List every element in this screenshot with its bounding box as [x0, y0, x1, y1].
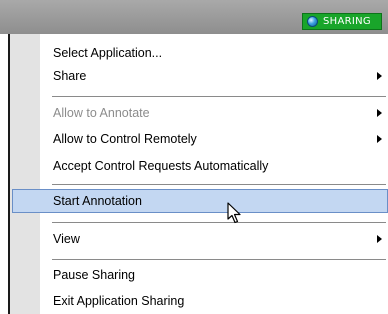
menu-item-exit-application-sharing[interactable]: Exit Application Sharing: [40, 290, 388, 312]
title-bar: SHARING: [0, 0, 388, 34]
menu-item-label: Start Annotation: [53, 194, 142, 208]
submenu-arrow-icon: [377, 109, 382, 117]
menu-separator: [52, 96, 386, 97]
submenu-arrow-icon: [377, 72, 382, 80]
sharing-context-menu: Select Application... Share Allow to Ann…: [8, 34, 388, 314]
menu-item-allow-to-annotate[interactable]: Allow to Annotate: [40, 102, 388, 124]
menu-icon-gutter: [10, 34, 40, 314]
menu-item-pause-sharing[interactable]: Pause Sharing: [40, 264, 388, 286]
menu-separator: [52, 259, 386, 260]
menu-item-label: Share: [53, 69, 87, 83]
menu-item-allow-to-control-remotely[interactable]: Allow to Control Remotely: [40, 128, 388, 150]
menu-item-start-annotation[interactable]: Start Annotation: [12, 189, 388, 213]
menu-separator: [52, 222, 386, 223]
menu-item-accept-control-requests[interactable]: Accept Control Requests Automatically: [40, 155, 388, 177]
menu-item-select-application[interactable]: Select Application...: [40, 42, 388, 64]
menu-item-label: Select Application...: [53, 46, 163, 60]
menu-item-view[interactable]: View: [40, 228, 388, 250]
menu-item-label: Allow to Control Remotely: [53, 132, 197, 146]
menu-separator: [52, 184, 386, 185]
menu-item-label: Exit Application Sharing: [53, 294, 185, 308]
submenu-arrow-icon: [377, 235, 382, 243]
menu-item-label: Pause Sharing: [53, 268, 136, 282]
sharing-status-label: SHARING: [323, 15, 371, 27]
menu-item-share[interactable]: Share: [40, 65, 388, 87]
menu-item-label: Allow to Annotate: [53, 106, 150, 120]
menu-item-label: View: [53, 232, 80, 246]
sharing-status-badge[interactable]: SHARING: [302, 13, 382, 30]
menu-item-label: Accept Control Requests Automatically: [53, 159, 269, 173]
globe-icon: [307, 16, 318, 27]
mouse-pointer-icon: [227, 202, 241, 224]
submenu-arrow-icon: [377, 135, 382, 143]
